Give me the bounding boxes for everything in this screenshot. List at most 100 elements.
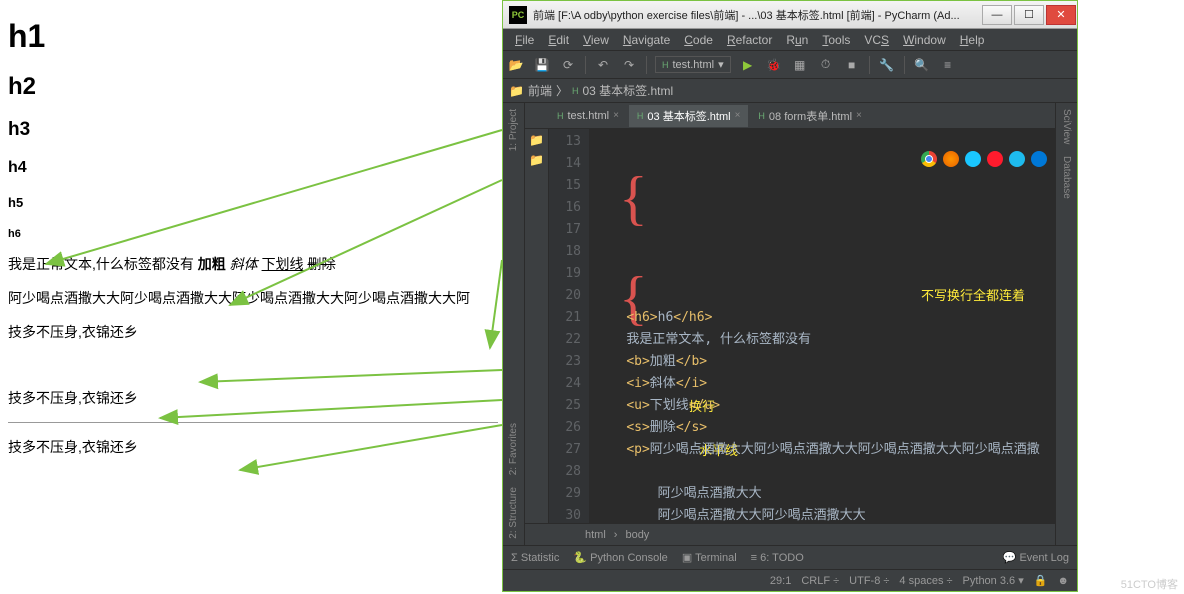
firefox-icon[interactable] bbox=[943, 151, 959, 167]
heading-h5: h5 bbox=[8, 195, 498, 210]
menu-file[interactable]: File bbox=[509, 31, 540, 49]
preview-skill-2: 技多不压身,衣锦还乡 bbox=[8, 388, 498, 408]
run-config-selector[interactable]: Htest.html▾ bbox=[655, 56, 731, 73]
project-tree-strip[interactable]: 📁 📁 bbox=[525, 129, 549, 523]
titlebar[interactable]: PC 前端 [F:\A odby\python exercise files\前… bbox=[503, 1, 1077, 29]
nav-file[interactable]: 03 基本标签.html bbox=[582, 82, 673, 99]
save-icon[interactable]: 💾 bbox=[533, 56, 551, 74]
database-tool-tab[interactable]: Database bbox=[1059, 150, 1074, 205]
bottom-tool-tabs: Σ Statistic 🐍 Python Console ▣ Terminal … bbox=[503, 545, 1077, 569]
preview-paragraph-formats: 我是正常文本,什么标签都没有 加粗 斜体 下划线 删除 bbox=[8, 254, 498, 274]
annotation-no-wrap: 不写换行全都连着 bbox=[921, 286, 1025, 308]
project-tool-tab[interactable]: 1: Project bbox=[506, 103, 521, 157]
italic-text: 斜体 bbox=[230, 256, 258, 272]
line-number-gutter[interactable]: 131415161718192021222324252627282930 bbox=[549, 129, 589, 523]
favorites-tool-tab[interactable]: 2: Favorites bbox=[506, 417, 521, 481]
browser-preview: h1 h2 h3 h4 h5 h6 我是正常文本,什么标签都没有 加粗 斜体 下… bbox=[8, 8, 498, 471]
sciview-tool-tab[interactable]: SciView bbox=[1059, 103, 1074, 150]
preview-long-text: 阿少喝点酒撒大大阿少喝点酒撒大大阿少喝点酒撒大大阿少喝点酒撒大大阿 bbox=[8, 288, 498, 308]
todo-tab[interactable]: ≡ 6: TODO bbox=[751, 552, 804, 564]
undo-icon[interactable]: ↶ bbox=[594, 56, 612, 74]
strike-text: 删除 bbox=[307, 256, 335, 272]
menu-code[interactable]: Code bbox=[678, 31, 719, 49]
opera-icon[interactable] bbox=[987, 151, 1003, 167]
maximize-button[interactable]: ☐ bbox=[1014, 5, 1044, 25]
browser-preview-icons bbox=[921, 151, 1047, 167]
cursor-position[interactable]: 29:1 bbox=[770, 575, 791, 587]
tab-form[interactable]: H08 form表单.html× bbox=[750, 105, 869, 127]
menu-window[interactable]: Window bbox=[897, 31, 952, 49]
watermark: 51CTO博客 bbox=[1121, 576, 1178, 592]
menu-navigate[interactable]: Navigate bbox=[617, 31, 676, 49]
heading-h4: h4 bbox=[8, 159, 498, 177]
settings-icon[interactable]: 🔧 bbox=[878, 56, 896, 74]
redo-icon[interactable]: ↷ bbox=[620, 56, 638, 74]
structure-tool-tab[interactable]: 2: Structure bbox=[506, 481, 521, 545]
pycharm-icon: PC bbox=[509, 6, 527, 24]
hector-icon[interactable]: ☻ bbox=[1057, 575, 1069, 587]
right-tool-strip: SciView Database bbox=[1055, 103, 1077, 545]
heading-h6: h6 bbox=[8, 228, 498, 240]
stop-icon[interactable]: ■ bbox=[843, 56, 861, 74]
status-bar: 29:1 CRLF ÷ UTF-8 ÷ 4 spaces ÷ Python 3.… bbox=[503, 569, 1077, 591]
html-file-icon: H bbox=[572, 86, 579, 96]
debug-icon[interactable]: 🐞 bbox=[765, 56, 783, 74]
heading-h1: h1 bbox=[8, 18, 498, 55]
minimize-button[interactable]: — bbox=[982, 5, 1012, 25]
heading-h3: h3 bbox=[8, 119, 498, 141]
breadcrumb[interactable]: html › body bbox=[525, 523, 1055, 545]
nav-folder[interactable]: 前端 bbox=[528, 82, 552, 99]
coverage-icon[interactable]: ▦ bbox=[791, 56, 809, 74]
line-ending[interactable]: CRLF ÷ bbox=[801, 575, 839, 587]
underline-text: 下划线 bbox=[262, 256, 304, 272]
preview-skill-1: 技多不压身,衣锦还乡 bbox=[8, 322, 498, 342]
folder-icon: 📁 bbox=[509, 84, 524, 98]
code-editor[interactable]: { { 不写换行全都连着 换行 水平线 <h6>h6</h6> 我是正常文本, … bbox=[589, 129, 1055, 523]
annotation-bracket-icon: { bbox=[619, 287, 648, 309]
sync-icon[interactable]: ⟳ bbox=[559, 56, 577, 74]
encoding[interactable]: UTF-8 ÷ bbox=[849, 575, 889, 587]
menu-help[interactable]: Help bbox=[954, 31, 991, 49]
left-tool-strip: 1: Project 2: Favorites 2: Structure bbox=[503, 103, 525, 545]
menu-edit[interactable]: Edit bbox=[542, 31, 575, 49]
toolbar: 📂 💾 ⟳ ↶ ↷ Htest.html▾ ▶ 🐞 ▦ ⏱ ■ 🔧 🔍 ≡ bbox=[503, 51, 1077, 79]
run-icon[interactable]: ▶ bbox=[739, 56, 757, 74]
interpreter[interactable]: Python 3.6 ▾ bbox=[963, 574, 1024, 587]
tab-test-html[interactable]: Htest.html× bbox=[549, 107, 627, 125]
open-icon[interactable]: 📂 bbox=[507, 56, 525, 74]
structure-icon[interactable]: ≡ bbox=[939, 56, 957, 74]
ie-icon[interactable] bbox=[1009, 151, 1025, 167]
navigation-bar[interactable]: 📁 前端 〉 H 03 基本标签.html bbox=[503, 79, 1077, 103]
tab-basic-tags[interactable]: H03 基本标签.html× bbox=[629, 105, 748, 127]
close-icon[interactable]: × bbox=[735, 110, 741, 121]
bold-text: 加粗 bbox=[198, 256, 226, 272]
menu-tools[interactable]: Tools bbox=[816, 31, 856, 49]
statistic-tab[interactable]: Σ Statistic bbox=[511, 552, 559, 564]
menu-run[interactable]: Run bbox=[780, 31, 814, 49]
profile-icon[interactable]: ⏱ bbox=[817, 56, 835, 74]
search-icon[interactable]: 🔍 bbox=[913, 56, 931, 74]
close-button[interactable]: ✕ bbox=[1046, 5, 1076, 25]
preview-hr bbox=[8, 422, 498, 423]
heading-h2: h2 bbox=[8, 73, 498, 101]
close-icon[interactable]: × bbox=[856, 110, 862, 121]
pycharm-window: PC 前端 [F:\A odby\python exercise files\前… bbox=[502, 0, 1078, 592]
window-title: 前端 [F:\A odby\python exercise files\前端] … bbox=[533, 7, 981, 23]
terminal-tab[interactable]: ▣ Terminal bbox=[682, 551, 737, 564]
folder-icon: 📁 bbox=[529, 153, 544, 167]
event-log-tab[interactable]: 💬 Event Log bbox=[1003, 551, 1069, 564]
editor-tabs: Htest.html× H03 基本标签.html× H08 form表单.ht… bbox=[525, 103, 1055, 129]
lock-icon[interactable]: 🔒 bbox=[1034, 574, 1048, 587]
annotation-bracket-icon: { bbox=[619, 187, 648, 277]
close-icon[interactable]: × bbox=[613, 110, 619, 121]
menu-vcs[interactable]: VCS bbox=[858, 31, 895, 49]
menu-view[interactable]: View bbox=[577, 31, 615, 49]
safari-icon[interactable] bbox=[965, 151, 981, 167]
indent[interactable]: 4 spaces ÷ bbox=[899, 575, 952, 587]
preview-skill-3: 技多不压身,衣锦还乡 bbox=[8, 437, 498, 457]
chrome-icon[interactable] bbox=[921, 151, 937, 167]
folder-icon: 📁 bbox=[529, 133, 544, 147]
edge-icon[interactable] bbox=[1031, 151, 1047, 167]
python-console-tab[interactable]: 🐍 Python Console bbox=[573, 551, 667, 564]
menu-refactor[interactable]: Refactor bbox=[721, 31, 778, 49]
